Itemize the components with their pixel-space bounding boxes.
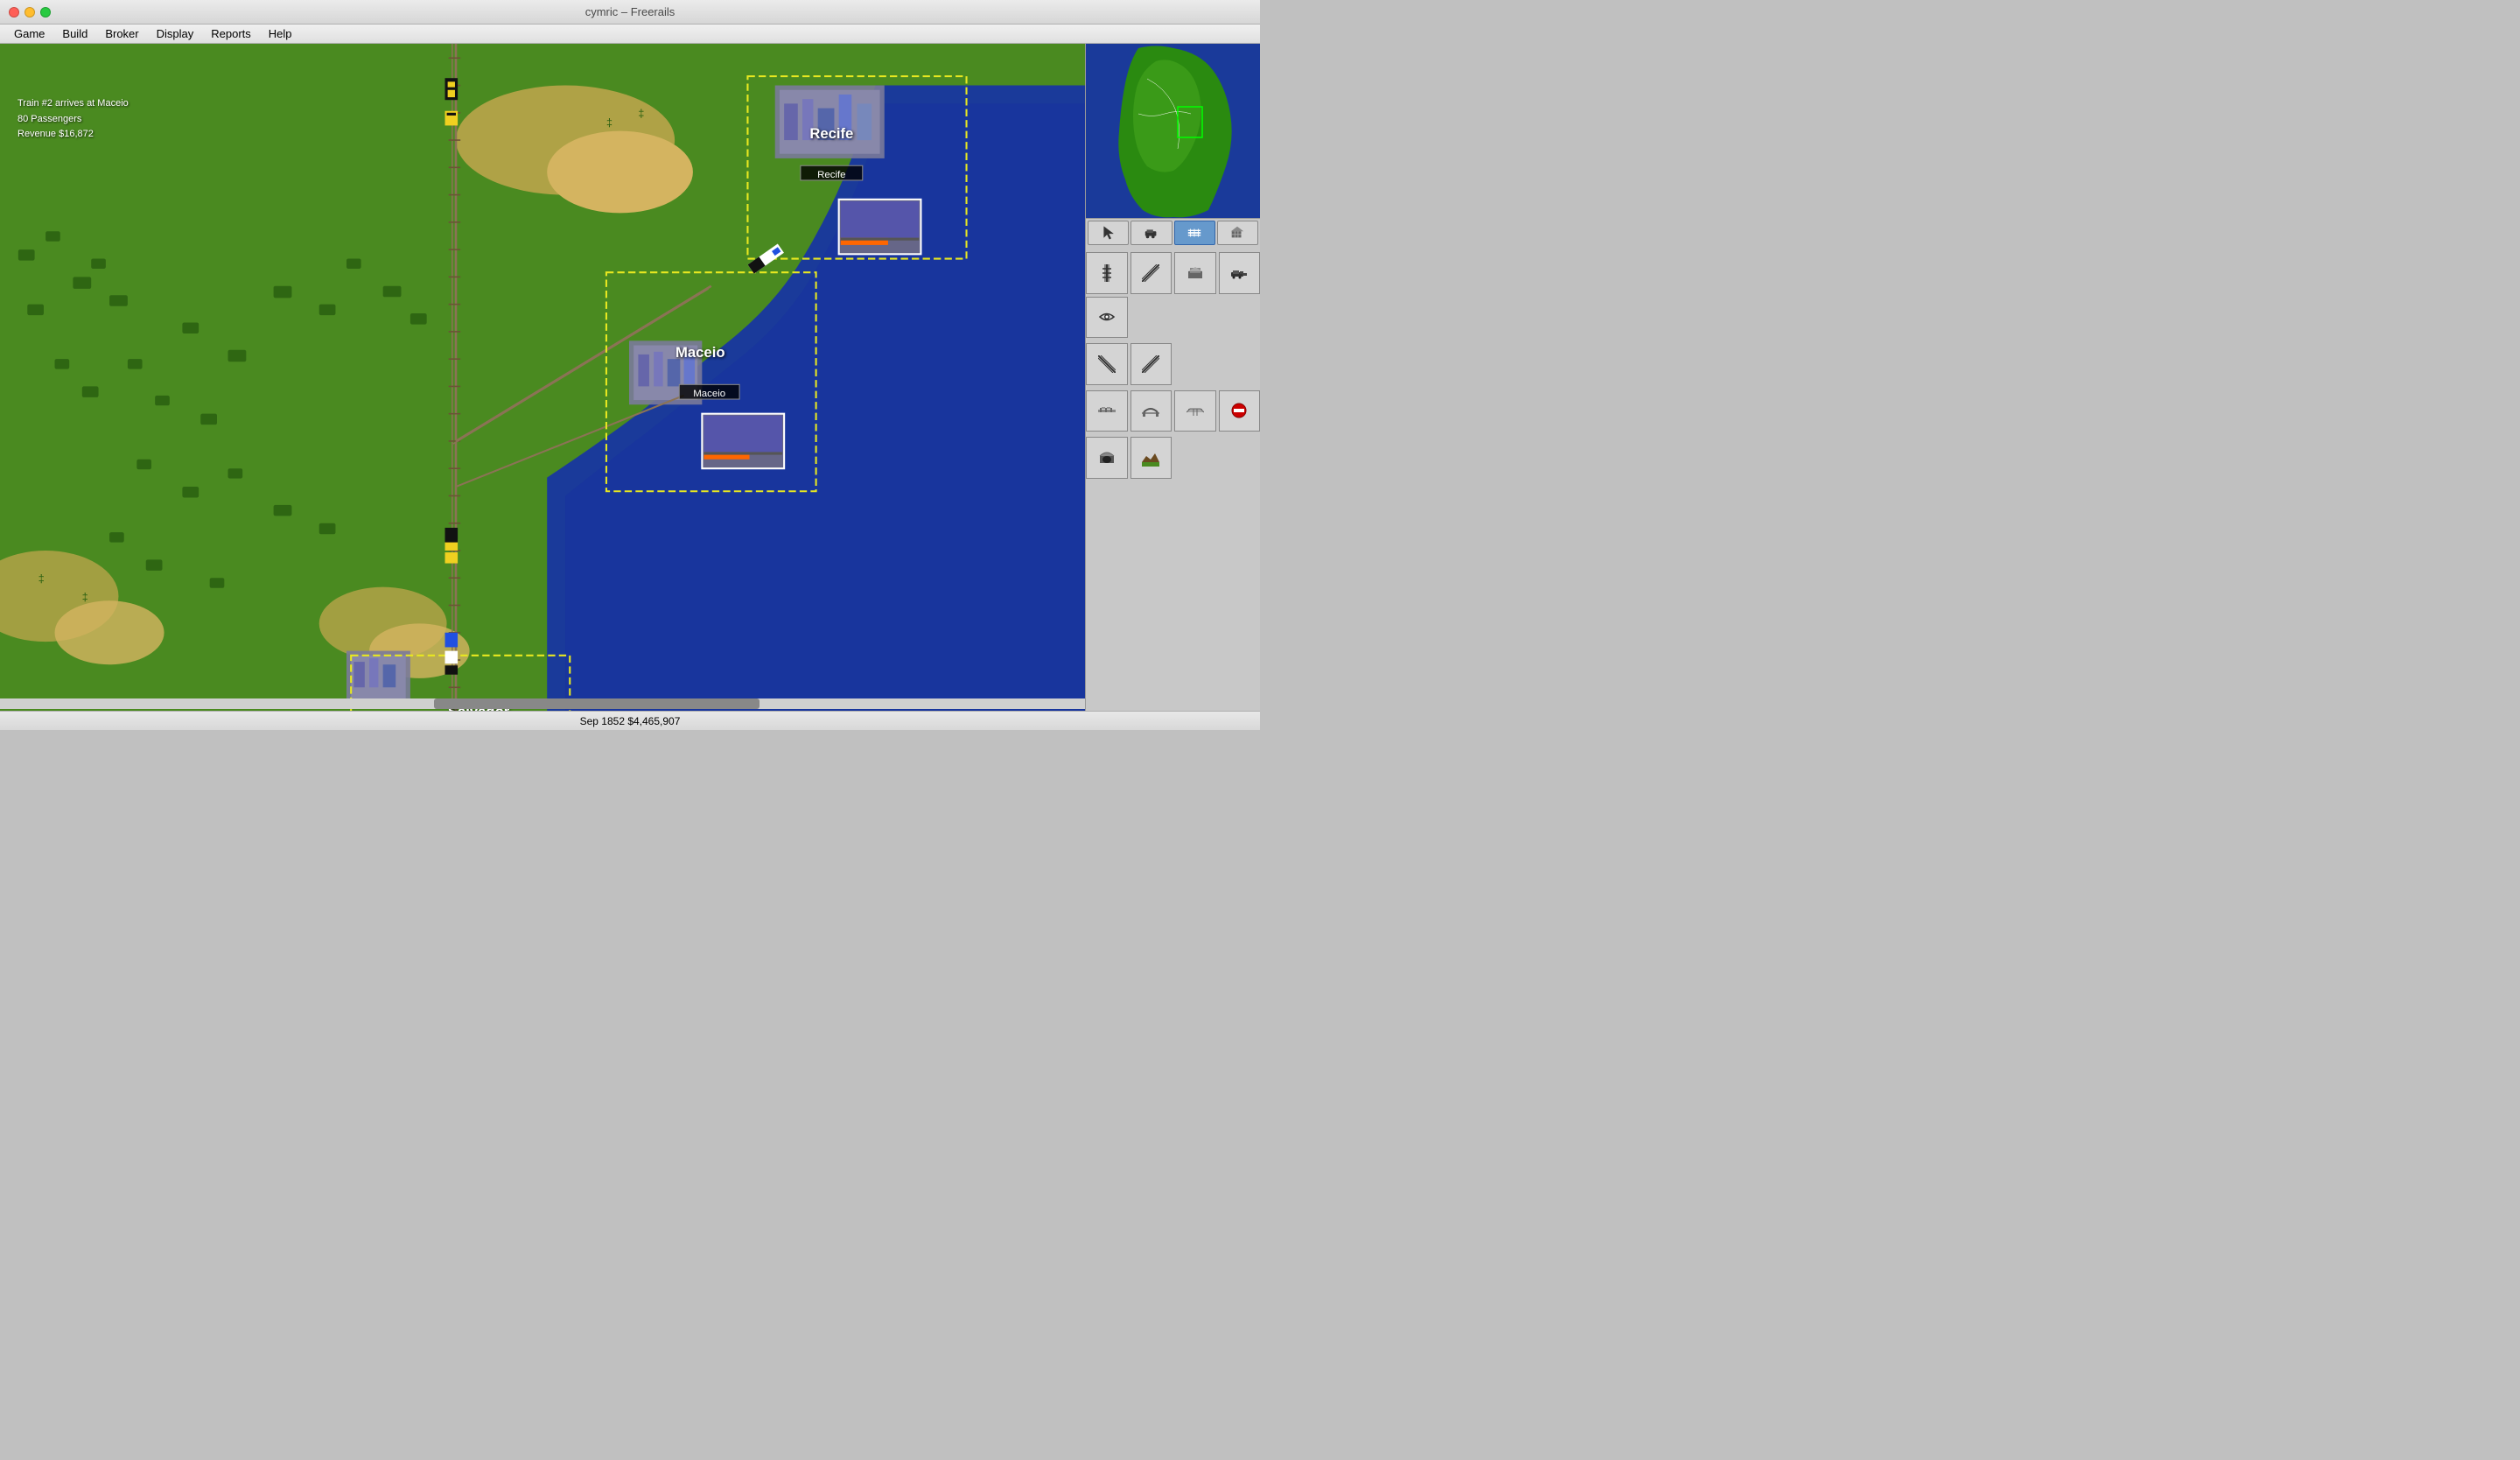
notification-overlay: Train #2 arrives at Maceio 80 Passengers… — [18, 96, 129, 143]
tool-track-nesw[interactable] — [1130, 252, 1172, 294]
tool-no-entry[interactable] — [1219, 390, 1261, 432]
main-layout: ⚓ Recife Maceio Salvador Recife Maceio ‡… — [0, 44, 1260, 711]
svg-text:‡: ‡ — [38, 572, 45, 585]
demolish-icon — [1229, 225, 1245, 241]
svg-text:‡: ‡ — [638, 108, 644, 120]
menu-build[interactable]: Build — [55, 25, 94, 42]
tool-grid-row2 — [1086, 343, 1260, 385]
mode-cursor[interactable] — [1088, 221, 1129, 245]
tool-bridge-flat[interactable] — [1086, 390, 1128, 432]
status-text: Sep 1852 $4,465,907 — [580, 715, 681, 727]
menu-display[interactable]: Display — [150, 25, 201, 42]
tool-bridge-end[interactable] — [1174, 390, 1216, 432]
tool-terraform[interactable] — [1130, 437, 1172, 479]
close-button[interactable] — [9, 7, 19, 18]
tool-track-diag1[interactable] — [1086, 343, 1128, 385]
tool-station[interactable] — [1174, 252, 1216, 294]
mode-build-track[interactable] — [1174, 221, 1215, 245]
horizontal-scrollbar[interactable] — [0, 698, 1085, 709]
menubar: Game Build Broker Display Reports Help — [0, 25, 1260, 44]
tool-overview[interactable] — [1086, 297, 1128, 339]
svg-text:Maceio: Maceio — [693, 389, 725, 399]
menu-help[interactable]: Help — [262, 25, 299, 42]
statusbar: Sep 1852 $4,465,907 — [0, 711, 1260, 730]
right-panel — [1085, 44, 1260, 711]
tool-train[interactable] — [1219, 252, 1261, 294]
svg-text:Recife: Recife — [809, 125, 853, 142]
train-mode-icon — [1144, 225, 1159, 241]
notification-line1: Train #2 arrives at Maceio — [18, 96, 129, 112]
menu-game[interactable]: Game — [7, 25, 52, 42]
cursor-icon — [1101, 225, 1116, 241]
svg-text:‡: ‡ — [82, 591, 88, 603]
tool-tunnel[interactable] — [1086, 437, 1128, 479]
tool-grid-row4 — [1086, 437, 1260, 479]
map-canvas[interactable]: ⚓ Recife Maceio Salvador Recife Maceio ‡… — [0, 44, 1085, 711]
maximize-button[interactable] — [40, 7, 51, 18]
mode-demolish[interactable] — [1217, 221, 1258, 245]
menu-reports[interactable]: Reports — [204, 25, 258, 42]
minimize-button[interactable] — [24, 7, 35, 18]
mode-train[interactable] — [1130, 221, 1172, 245]
menu-broker[interactable]: Broker — [98, 25, 145, 42]
svg-text:Recife: Recife — [817, 170, 845, 180]
notification-line3: Revenue $16,872 — [18, 127, 129, 143]
scrollbar-thumb[interactable] — [434, 698, 760, 709]
titlebar: cymric – Freerails — [0, 0, 1260, 25]
svg-text:Maceio: Maceio — [676, 344, 724, 361]
tool-track-diag2[interactable] — [1130, 343, 1172, 385]
tool-grid-row1 — [1086, 252, 1260, 338]
notification-line2: 80 Passengers — [18, 112, 129, 128]
minimap-svg — [1086, 44, 1260, 219]
tool-grid-row3 — [1086, 390, 1260, 432]
titlebar-buttons[interactable] — [9, 7, 51, 18]
minimap[interactable] — [1086, 44, 1260, 219]
mode-buttons — [1086, 219, 1260, 247]
window-title: cymric – Freerails — [585, 5, 676, 18]
tool-bridge-arch[interactable] — [1130, 390, 1172, 432]
map-svg: ⚓ Recife Maceio Salvador Recife Maceio ‡… — [0, 44, 1085, 711]
game-viewport[interactable]: ⚓ Recife Maceio Salvador Recife Maceio ‡… — [0, 44, 1085, 711]
svg-text:‡: ‡ — [606, 116, 612, 129]
build-track-icon — [1186, 225, 1202, 241]
tool-track-ns[interactable] — [1086, 252, 1128, 294]
